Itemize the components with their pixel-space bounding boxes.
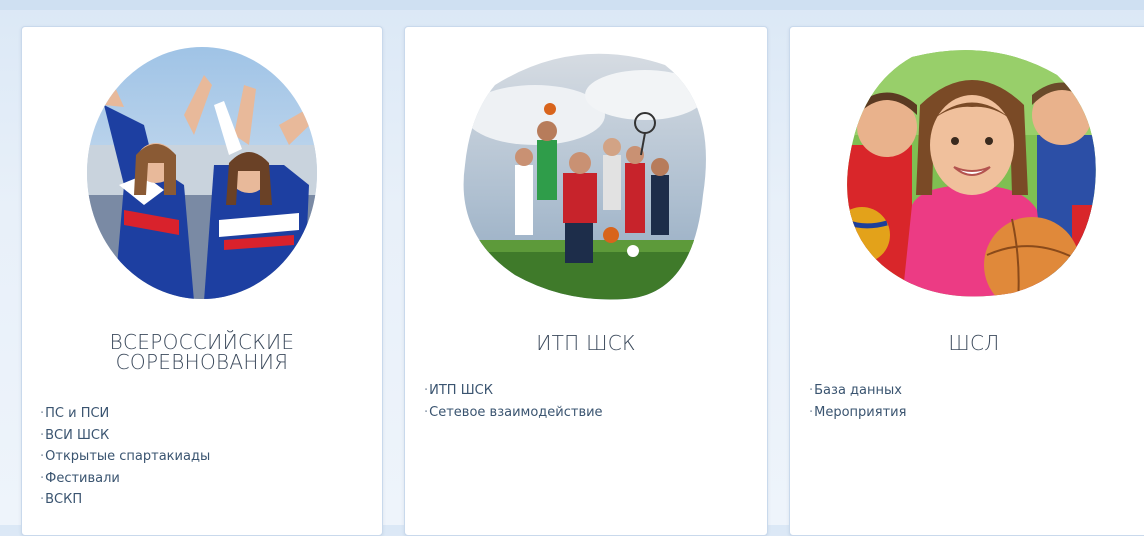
link-item[interactable]: ·Мероприятия bbox=[809, 402, 906, 424]
link-item[interactable]: ·ПС и ПСИ bbox=[40, 403, 210, 425]
card-vserossiyskie-sorevnovaniya: ВСЕРОССИЙСКИЕ СОРЕВНОВАНИЯ ·ПС и ПСИ ·ВС… bbox=[21, 26, 383, 536]
sports-kids-image bbox=[463, 53, 706, 300]
link-item[interactable]: ·ВСКП bbox=[40, 489, 210, 511]
card-title: ВСЕРОССИЙСКИЕ СОРЕВНОВАНИЯ bbox=[22, 332, 382, 372]
link-item[interactable]: ·Фестивали bbox=[40, 468, 210, 490]
link-item[interactable]: ·Сетевое взаимодействие bbox=[424, 402, 603, 424]
card-links-list: ·База данных ·Мероприятия bbox=[809, 380, 906, 423]
smiling-kids-image bbox=[847, 50, 1096, 297]
link-item[interactable]: ·Открытые спартакиады bbox=[40, 446, 210, 468]
card-links-list: ·ПС и ПСИ ·ВСИ ШСК ·Открытые спартакиады… bbox=[40, 403, 210, 511]
card-image-smiling-kids[interactable] bbox=[842, 45, 1100, 301]
cheering-athletes-image bbox=[87, 47, 317, 299]
card-title: ШСЛ bbox=[948, 331, 1000, 355]
page-top-strip bbox=[0, 0, 1144, 10]
card-image-sports-kids[interactable] bbox=[455, 45, 717, 301]
link-item[interactable]: ·ИТП ШСК bbox=[424, 380, 603, 402]
card-links-list: ·ИТП ШСК ·Сетевое взаимодействие bbox=[424, 380, 603, 423]
link-item[interactable]: ·База данных bbox=[809, 380, 906, 402]
card-shsl: ШСЛ ·База данных ·Мероприятия bbox=[789, 26, 1144, 536]
card-title-line-1: ВСЕРОССИЙСКИЕ bbox=[109, 330, 295, 354]
card-title-line-2: СОРЕВНОВАНИЯ bbox=[115, 350, 289, 374]
link-item[interactable]: ·ВСИ ШСК bbox=[40, 425, 210, 447]
card-itp-shsk: ИТП ШСК ·ИТП ШСК ·Сетевое взаимодействие bbox=[404, 26, 768, 536]
card-title: ИТП ШСК bbox=[536, 331, 636, 355]
card-image-cheering-athletes[interactable] bbox=[84, 45, 320, 301]
